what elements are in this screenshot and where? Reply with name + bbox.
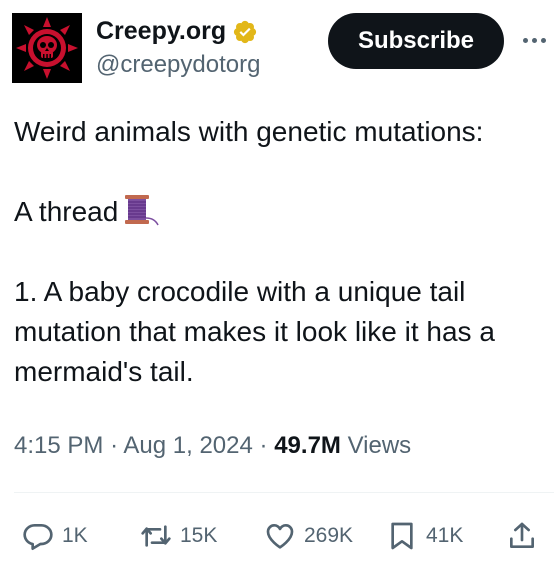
- display-name[interactable]: Creepy.org: [96, 17, 226, 46]
- tweet-line: mutation that makes it look like it has …: [14, 316, 495, 347]
- subscribe-button[interactable]: Subscribe: [328, 13, 504, 69]
- share-button[interactable]: [506, 514, 538, 558]
- reply-count: 1K: [62, 524, 88, 547]
- tweet-line: Weird animals with genetic mutations:: [14, 116, 484, 147]
- views-label: Views: [347, 432, 412, 459]
- verified-badge-icon[interactable]: [232, 19, 258, 45]
- action-bar: 1K 15K 269K 41K: [0, 514, 560, 558]
- tweet-date[interactable]: Aug 1, 2024: [123, 432, 252, 459]
- tweet-line: mermaid's tail.: [14, 356, 194, 387]
- tweet-meta: 4:15 PM · Aug 1, 2024 · 49.7M Views: [14, 432, 411, 460]
- bookmark-icon: [391, 522, 413, 550]
- tweet-line: 1. A baby crocodile with a unique tail: [14, 276, 466, 307]
- reply-button[interactable]: 1K: [22, 514, 88, 558]
- name-row: Creepy.org: [96, 17, 258, 46]
- heart-icon: [266, 524, 294, 549]
- tweet-header: Creepy.org @creepydotorg Subscribe: [12, 13, 552, 85]
- meta-separator: ·: [110, 432, 119, 459]
- like-count: 269K: [304, 524, 354, 547]
- repost-count: 15K: [180, 524, 218, 547]
- views-count: 49.7M: [274, 432, 341, 459]
- bookmark-count: 41K: [426, 524, 464, 547]
- share-icon: [510, 522, 534, 548]
- avatar[interactable]: [12, 13, 82, 83]
- reply-icon: [23, 524, 53, 550]
- like-button[interactable]: 269K: [264, 514, 353, 558]
- more-options-button[interactable]: [516, 25, 552, 55]
- bookmark-button[interactable]: 41K: [386, 514, 463, 558]
- tweet-time[interactable]: 4:15 PM: [14, 432, 103, 459]
- divider: [14, 492, 554, 493]
- more-dots-icon: [522, 37, 528, 43]
- meta-separator: ·: [259, 432, 268, 459]
- spool-of-thread-emoji: [125, 195, 160, 226]
- tweet-line: A thread: [14, 192, 544, 232]
- user-handle[interactable]: @creepydotorg: [96, 51, 260, 79]
- tweet-text: Weird animals with genetic mutations: A …: [14, 112, 544, 392]
- repost-icon: [141, 525, 171, 547]
- repost-button[interactable]: 15K: [140, 514, 217, 558]
